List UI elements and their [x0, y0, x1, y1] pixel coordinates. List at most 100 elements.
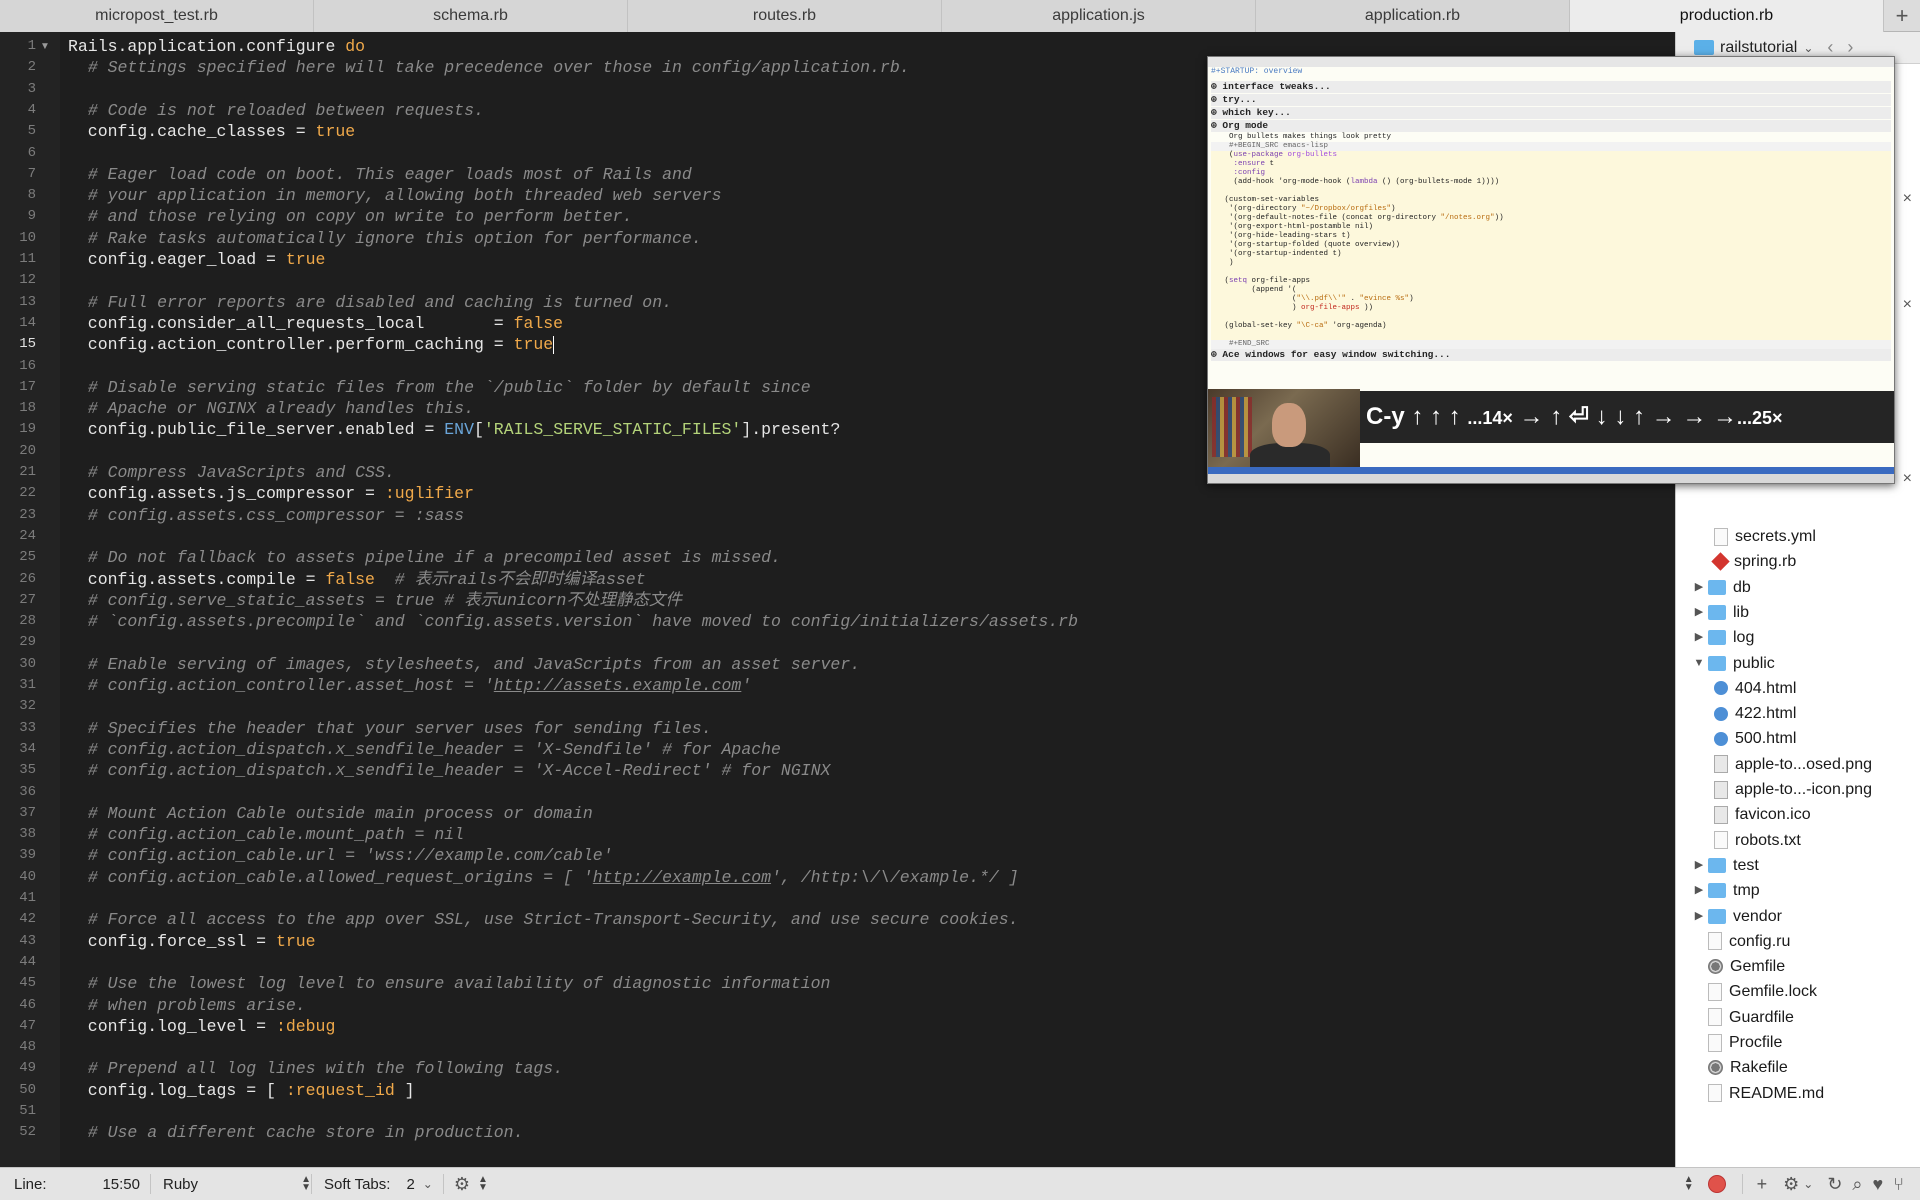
tree-file[interactable]: robots.txt — [1714, 828, 1801, 853]
tab-application-js[interactable]: application.js — [942, 0, 1256, 32]
code-line[interactable]: # config.action_cable.url = 'wss://examp… — [68, 845, 613, 866]
code-line[interactable]: # Do not fallback to assets pipeline if … — [68, 547, 781, 568]
code-line[interactable]: Rails.application.configure do — [68, 36, 365, 57]
code-line[interactable]: # config.action_cable.allowed_request_or… — [68, 867, 1019, 888]
code-line[interactable]: # Compress JavaScripts and CSS. — [68, 462, 395, 483]
code-line[interactable]: # Settings specified here will take prec… — [68, 57, 910, 78]
tree-folder[interactable]: ▶ vendor — [1690, 904, 1782, 929]
code-line[interactable]: # Enable serving of images, stylesheets,… — [68, 654, 860, 675]
fold-arrow-icon[interactable]: ▼ — [40, 41, 50, 52]
tree-file[interactable]: Gemfile.lock — [1690, 979, 1817, 1004]
tree-folder[interactable]: ▶ log — [1690, 625, 1755, 650]
code-line[interactable]: # config.action_dispatch.x_sendfile_head… — [68, 739, 781, 760]
code-line[interactable]: # Rake tasks automatically ignore this o… — [68, 228, 702, 249]
tree-file[interactable]: README.md — [1690, 1081, 1824, 1106]
close-icon[interactable]: × — [1903, 470, 1912, 488]
tree-file[interactable]: apple-to...-icon.png — [1714, 777, 1872, 802]
tab-application-rb[interactable]: application.rb — [1256, 0, 1570, 32]
updown-arrows-icon[interactable]: ▲ ▼ — [1684, 1175, 1694, 1193]
code-line[interactable]: # config.serve_static_assets = true # 表示… — [68, 590, 682, 611]
code-line[interactable]: # Force all access to the app over SSL, … — [68, 909, 1019, 930]
tree-file[interactable]: Guardfile — [1690, 1005, 1794, 1030]
git-branch-icon[interactable]: ⑂ — [1893, 1174, 1904, 1195]
disclosure-closed-icon[interactable]: ▶ — [1690, 575, 1708, 600]
disclosure-closed-icon[interactable]: ▶ — [1690, 625, 1708, 650]
code-line[interactable]: # Mount Action Cable outside main proces… — [68, 803, 593, 824]
tab-schema[interactable]: schema.rb — [314, 0, 628, 32]
settings-menu[interactable]: ⚙ ▲ ▼ — [444, 1174, 488, 1195]
code-line[interactable]: # Full error reports are disabled and ca… — [68, 292, 672, 313]
code-line[interactable]: # Apache or NGINX already handles this. — [68, 398, 474, 419]
tree-file[interactable]: config.ru — [1690, 929, 1790, 954]
refresh-icon[interactable]: ↻ — [1827, 1174, 1842, 1195]
tree-file[interactable]: apple-to...osed.png — [1714, 752, 1872, 777]
tree-item-label: db — [1733, 578, 1751, 596]
tree-file[interactable]: 404.html — [1714, 676, 1796, 701]
gear-icon[interactable]: ⚙ — [1783, 1174, 1799, 1195]
disclosure-closed-icon[interactable]: ▶ — [1690, 878, 1708, 903]
code-line[interactable]: # config.assets.css_compressor = :sass — [68, 505, 464, 526]
new-tab-button[interactable]: + — [1884, 0, 1920, 31]
tree-file[interactable]: spring.rb — [1711, 549, 1796, 574]
code-line[interactable]: # Use the lowest log level to ensure ava… — [68, 973, 831, 994]
code-line[interactable]: # Code is not reloaded between requests. — [68, 100, 484, 121]
close-icon[interactable]: × — [1903, 190, 1912, 208]
code-line[interactable]: # `config.assets.precompile` and `config… — [68, 611, 1078, 632]
tree-file[interactable]: favicon.ico — [1714, 802, 1811, 827]
disclosure-open-icon[interactable]: ▼ — [1690, 651, 1708, 676]
back-arrow-icon[interactable]: ‹ — [1827, 37, 1833, 58]
code-line[interactable]: config.eager_load = true — [68, 249, 326, 270]
disclosure-closed-icon[interactable]: ▶ — [1690, 600, 1708, 625]
heart-icon[interactable]: ♥ — [1873, 1174, 1884, 1195]
tab-size-selector[interactable]: Soft Tabs: 2 ⌄ — [312, 1176, 433, 1193]
tree-file[interactable]: Rakefile — [1690, 1055, 1788, 1080]
code-line[interactable]: # when problems arise. — [68, 995, 306, 1016]
tree-file[interactable]: 500.html — [1714, 726, 1796, 751]
code-line[interactable]: # Eager load code on boot. This eager lo… — [68, 164, 692, 185]
language-selector[interactable]: Ruby ▲ ▼ — [151, 1175, 311, 1193]
code-line[interactable]: config.force_ssl = true — [68, 931, 316, 952]
line-number: 17 — [19, 378, 36, 395]
code-line[interactable]: config.log_tags = [ :request_id ] — [68, 1080, 415, 1101]
code-line[interactable]: config.action_controller.perform_caching… — [68, 334, 555, 355]
code-line[interactable]: # Specifies the header that your server … — [68, 718, 712, 739]
disclosure-closed-icon[interactable]: ▶ — [1690, 853, 1708, 878]
code-line[interactable]: # config.action_dispatch.x_sendfile_head… — [68, 760, 831, 781]
code-line[interactable]: config.log_level = :debug — [68, 1016, 336, 1037]
disclosure-closed-icon[interactable]: ▶ — [1690, 904, 1708, 929]
tree-file[interactable]: Procfile — [1690, 1030, 1782, 1055]
code-line[interactable]: config.cache_classes = true — [68, 121, 355, 142]
cursor-position[interactable]: 15:50 — [80, 1176, 140, 1193]
tree-folder[interactable]: ▶ tmp — [1690, 878, 1760, 903]
add-icon[interactable]: + — [1757, 1174, 1768, 1195]
code-line[interactable]: # your application in memory, allowing b… — [68, 185, 722, 206]
tree-file[interactable]: 422.html — [1714, 701, 1796, 726]
tree-file[interactable]: Gemfile — [1690, 954, 1785, 979]
code-line[interactable]: # Use a different cache store in product… — [68, 1122, 524, 1143]
project-name[interactable]: railstutorial — [1720, 39, 1797, 57]
code-line[interactable]: # and those relying on copy on write to … — [68, 206, 633, 227]
chevron-down-icon[interactable]: ⌄ — [1803, 41, 1813, 55]
chevron-down-icon[interactable]: ⌄ — [1803, 1177, 1813, 1191]
search-icon[interactable]: ⌕ — [1852, 1174, 1862, 1195]
tab-routes[interactable]: routes.rb — [628, 0, 942, 32]
tree-folder[interactable]: ▶ lib — [1690, 600, 1749, 625]
tree-folder[interactable]: ▶ db — [1690, 575, 1751, 600]
code-line[interactable]: config.assets.compile = false # 表示rails不… — [68, 569, 646, 590]
close-icon[interactable]: × — [1903, 296, 1912, 314]
record-macro-button[interactable] — [1707, 1175, 1726, 1193]
tab-production[interactable]: production.rb — [1570, 0, 1884, 32]
code-line[interactable]: config.public_file_server.enabled = ENV[… — [68, 419, 841, 440]
tree-folder[interactable]: ▶ test — [1690, 853, 1759, 878]
code-line[interactable]: # Prepend all log lines with the followi… — [68, 1058, 563, 1079]
code-line[interactable]: # config.action_controller.asset_host = … — [68, 675, 751, 696]
code-line[interactable]: # config.action_cable.mount_path = nil — [68, 824, 464, 845]
code-line[interactable]: # Disable serving static files from the … — [68, 377, 811, 398]
forward-arrow-icon[interactable]: › — [1847, 37, 1853, 58]
tree-file[interactable]: secrets.yml — [1714, 524, 1816, 549]
tab-micropost-test[interactable]: micropost_test.rb — [0, 0, 314, 32]
ruby-icon — [1711, 552, 1730, 571]
code-line[interactable]: config.assets.js_compressor = :uglifier — [68, 483, 474, 504]
code-line[interactable]: config.consider_all_requests_local = fal… — [68, 313, 563, 334]
tree-folder[interactable]: ▼ public — [1690, 651, 1775, 676]
